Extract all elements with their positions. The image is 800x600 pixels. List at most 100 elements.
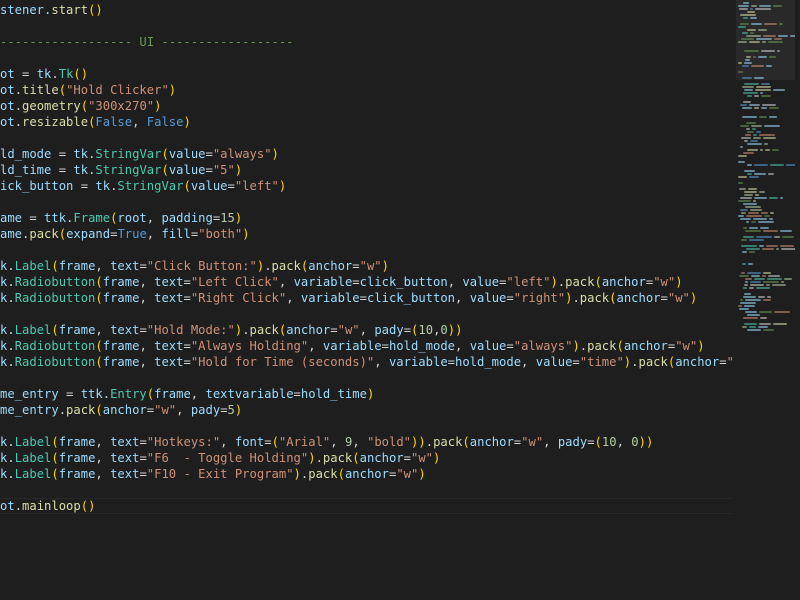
code-line[interactable]: ot.title("Hold Clicker") [0, 82, 176, 98]
code-token: value [168, 163, 206, 177]
code-token: frame [154, 387, 191, 401]
minimap-line [744, 83, 759, 85]
code-token: pack [587, 339, 617, 353]
code-token: "300x270" [88, 99, 155, 113]
minimap-line [740, 146, 743, 148]
minimap-line [740, 299, 743, 301]
code-editor[interactable]: stener.start() ------------------ UI ----… [0, 0, 800, 600]
code-token: Label [14, 467, 52, 481]
minimap-line [739, 8, 748, 10]
code-line[interactable]: ot.mainloop() [0, 498, 95, 514]
code-token: = [205, 163, 213, 177]
code-line[interactable]: ot.resizable(False, False) [0, 114, 191, 130]
minimap-line [773, 89, 785, 91]
code-token: , [308, 339, 323, 353]
code-token: = [51, 147, 74, 161]
code-token: 5 [227, 403, 235, 417]
code-token: anchor [675, 355, 720, 369]
code-token: padding [161, 211, 213, 225]
code-token: text [154, 355, 184, 369]
code-line[interactable]: k.Label(frame, text="Click Button:").pac… [0, 258, 389, 274]
code-line[interactable]: k.Radiobutton(frame, text="Left Click", … [0, 274, 683, 290]
minimap-line [746, 122, 756, 124]
code-token: "Left Click" [190, 275, 279, 289]
code-line[interactable]: ick_button = tk.StringVar(value="left") [0, 178, 286, 194]
code-token: , [95, 259, 111, 273]
code-token: anchor [469, 435, 514, 449]
code-token: ( [161, 147, 169, 161]
code-line[interactable]: k.Radiobutton(frame, text="Always Holdin… [0, 338, 705, 354]
code-token: ( [352, 451, 360, 465]
code-token: ) [675, 275, 683, 289]
code-line[interactable]: ld_mode = tk.StringVar(value="always") [0, 146, 279, 162]
code-token: ame [0, 211, 23, 225]
minimap-line [741, 272, 745, 274]
code-line[interactable]: ame = ttk.Frame(root, padding=15) [0, 210, 242, 226]
minimap-line [778, 35, 788, 37]
code-token: , [447, 275, 463, 289]
code-token: hold_mode [388, 339, 456, 353]
code-token: variable [300, 291, 360, 305]
code-token: . [7, 339, 15, 353]
code-line[interactable]: k.Radiobutton(frame, text="Hold for Time… [0, 354, 732, 370]
minimap-line [743, 152, 754, 154]
minimap-viewport-slider[interactable] [736, 0, 800, 80]
code-token: variable [388, 355, 448, 369]
code-token: anchor [601, 275, 646, 289]
code-token: = [139, 259, 147, 273]
code-line[interactable]: ot.geometry("300x270") [0, 98, 161, 114]
code-line[interactable]: ld_time = tk.StringVar(value="5") [0, 162, 242, 178]
minimap-line [738, 41, 747, 43]
code-area[interactable]: stener.start() ------------------ UI ----… [0, 0, 732, 600]
code-token: text [154, 291, 184, 305]
code-token: ( [271, 435, 279, 449]
code-line[interactable]: k.Label(frame, text="F6 - Toggle Holding… [0, 450, 440, 466]
minimap-line [750, 140, 758, 142]
code-token: . [7, 275, 15, 289]
code-token: "w" [337, 323, 360, 337]
code-line[interactable]: stener.start() [0, 2, 103, 18]
code-token: "bold" [367, 435, 412, 449]
code-token: pack [249, 323, 279, 337]
code-line[interactable]: k.Radiobutton(frame, text="Right Click",… [0, 290, 697, 306]
code-token: = [58, 387, 81, 401]
code-line[interactable]: ------------------ UI ------------------ [0, 34, 294, 50]
minimap-line [762, 275, 766, 277]
code-token: , [132, 115, 147, 129]
code-token: . [7, 291, 15, 305]
minimap-line [753, 200, 756, 202]
minimap-line [742, 263, 746, 265]
code-token: value [168, 147, 206, 161]
minimap-line [756, 287, 770, 289]
code-token: value [469, 291, 507, 305]
code-line[interactable]: ot = tk.Tk() [0, 66, 88, 82]
code-line[interactable]: ame.pack(expand=True, fill="both") [0, 226, 250, 242]
code-token: "w" [396, 467, 419, 481]
code-token: variable [322, 339, 382, 353]
code-token: text [110, 451, 140, 465]
code-token: ( [95, 275, 103, 289]
minimap-line [761, 83, 770, 85]
code-line[interactable]: k.Label(frame, text="Hold Mode:").pack(a… [0, 322, 462, 338]
minimap-line [748, 212, 759, 214]
minimap-line [741, 245, 757, 247]
code-line[interactable]: me_entry = ttk.Entry(frame, textvariable… [0, 386, 374, 402]
minimap-line [743, 317, 758, 319]
code-token: start [51, 3, 89, 17]
code-line[interactable]: me_entry.pack(anchor="w", pady=5) [0, 402, 242, 418]
minimap-line [763, 272, 771, 274]
code-token: geometry [22, 99, 81, 113]
code-token: , [455, 291, 470, 305]
code-line[interactable]: k.Label(frame, text="Hotkeys:", font=("A… [0, 434, 653, 450]
minimap-line [763, 137, 776, 139]
code-token: anchor [344, 467, 389, 481]
minimap-line [739, 275, 749, 277]
minimap-line [738, 62, 742, 64]
minimap[interactable] [736, 0, 800, 600]
minimap-line [739, 188, 746, 190]
minimap-line [746, 215, 762, 217]
vertical-scrollbar[interactable] [795, 0, 800, 600]
code-token: = [264, 435, 272, 449]
code-token: . [7, 259, 15, 273]
code-line[interactable]: k.Label(frame, text="F10 - Exit Program"… [0, 466, 426, 482]
